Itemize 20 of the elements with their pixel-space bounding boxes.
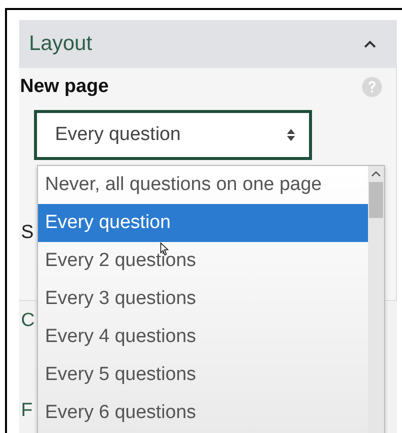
- section-title: C: [21, 310, 35, 332]
- scrollbar[interactable]: [368, 166, 384, 433]
- dropdown-option[interactable]: Every 4 questions: [38, 318, 368, 356]
- section-title: F: [21, 400, 33, 422]
- sort-arrows-icon: [287, 129, 295, 141]
- collapse-icon[interactable]: [363, 39, 377, 49]
- dropdown-option[interactable]: Every 5 questions: [38, 356, 368, 394]
- section-title: Layout: [29, 32, 92, 56]
- field-label: New page: [20, 76, 109, 98]
- scrollbar-thumb[interactable]: [369, 182, 383, 218]
- dropdown-option[interactable]: Every 3 questions: [38, 280, 368, 318]
- section-header[interactable]: Layout: [19, 20, 397, 68]
- select-field[interactable]: Every question: [34, 110, 312, 160]
- dropdown-option[interactable]: Every question: [38, 204, 368, 242]
- scroll-up-icon[interactable]: [371, 170, 381, 178]
- dropdown-option[interactable]: Never, all questions on one page: [38, 166, 368, 204]
- dropdown-option[interactable]: Every 2 questions: [38, 242, 368, 280]
- help-icon[interactable]: [362, 77, 382, 97]
- setting-label: S: [21, 222, 34, 244]
- dropdown-option[interactable]: Every 6 questions: [38, 394, 368, 432]
